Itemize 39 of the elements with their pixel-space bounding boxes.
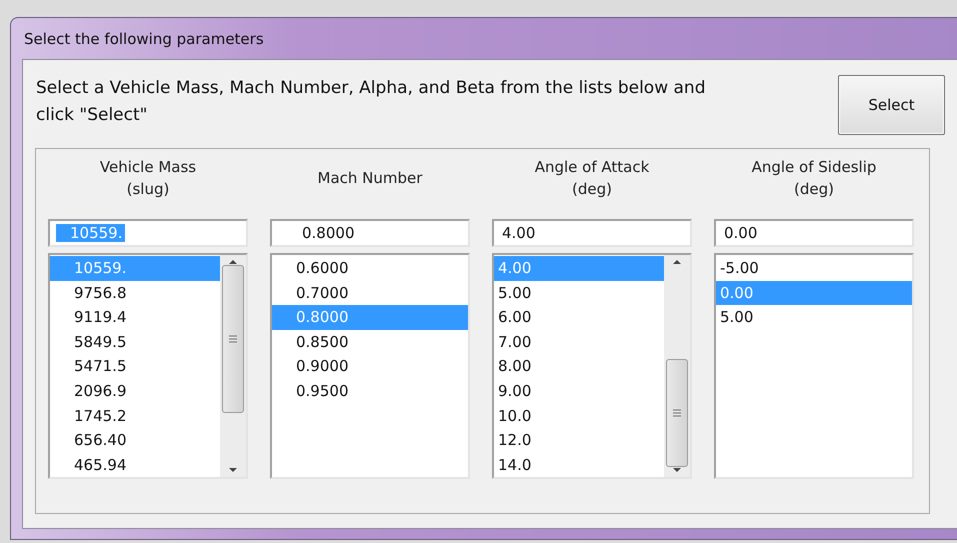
list-item[interactable]: 9756.8	[50, 280, 220, 306]
list-item[interactable]: 12.0	[494, 428, 664, 453]
list-item[interactable]: 0.9500	[272, 378, 468, 404]
column-header: Angle of Attack (deg)	[534, 157, 650, 200]
column-header: Angle of Sideslip (deg)	[750, 157, 878, 200]
list-item[interactable]: 0.9000	[272, 354, 468, 379]
instructions-text: Select a Vehicle Mass, Mach Number, Alpha, and Beta from the lists below and click "Select"	[36, 77, 706, 127]
list-item[interactable]: 5.00	[494, 280, 664, 306]
column-header: Vehicle Mass (slug)	[98, 157, 198, 200]
list-item[interactable]: 10.0	[494, 404, 664, 428]
scroll-down-icon[interactable]	[228, 467, 238, 473]
list-item[interactable]: 7.00	[494, 330, 664, 354]
scrollbar[interactable]	[220, 255, 246, 477]
list-item[interactable]: 1745.2	[50, 404, 220, 428]
list-item[interactable]: 9.00	[494, 378, 664, 404]
value-field[interactable]: 0.8000	[270, 219, 470, 247]
list-item[interactable]: 2096.9	[50, 378, 220, 404]
list-item[interactable]: 465.94	[50, 452, 220, 478]
list-item[interactable]: 9119.4	[50, 305, 220, 330]
list-item[interactable]: 0.7000	[272, 280, 468, 306]
scroll-thumb[interactable]	[222, 265, 244, 413]
list-item[interactable]: 5471.5	[50, 354, 220, 379]
list-item[interactable]: 0.6000	[272, 256, 468, 281]
select-button[interactable]: Select	[838, 75, 945, 135]
list-item[interactable]: -5.00	[716, 256, 912, 281]
list-item[interactable]: 0.8500	[272, 330, 468, 354]
list-item[interactable]: 5.00	[716, 305, 912, 330]
list-item[interactable]: 5849.5	[50, 330, 220, 354]
value-field[interactable]: 0.00	[714, 219, 914, 247]
scroll-thumb[interactable]	[666, 359, 688, 467]
scrollbar[interactable]	[664, 255, 690, 477]
list-item[interactable]: 6.00	[494, 305, 664, 330]
list-item[interactable]: 14.0	[494, 452, 664, 478]
window-title: Select the following parameters	[23, 28, 265, 50]
list-item[interactable]: 656.40	[50, 428, 220, 453]
scroll-up-icon[interactable]	[672, 259, 682, 265]
list-item[interactable]: 8.00	[494, 354, 664, 379]
column-header: Mach Number	[316, 168, 424, 189]
value-field[interactable]: 4.00	[492, 219, 692, 247]
